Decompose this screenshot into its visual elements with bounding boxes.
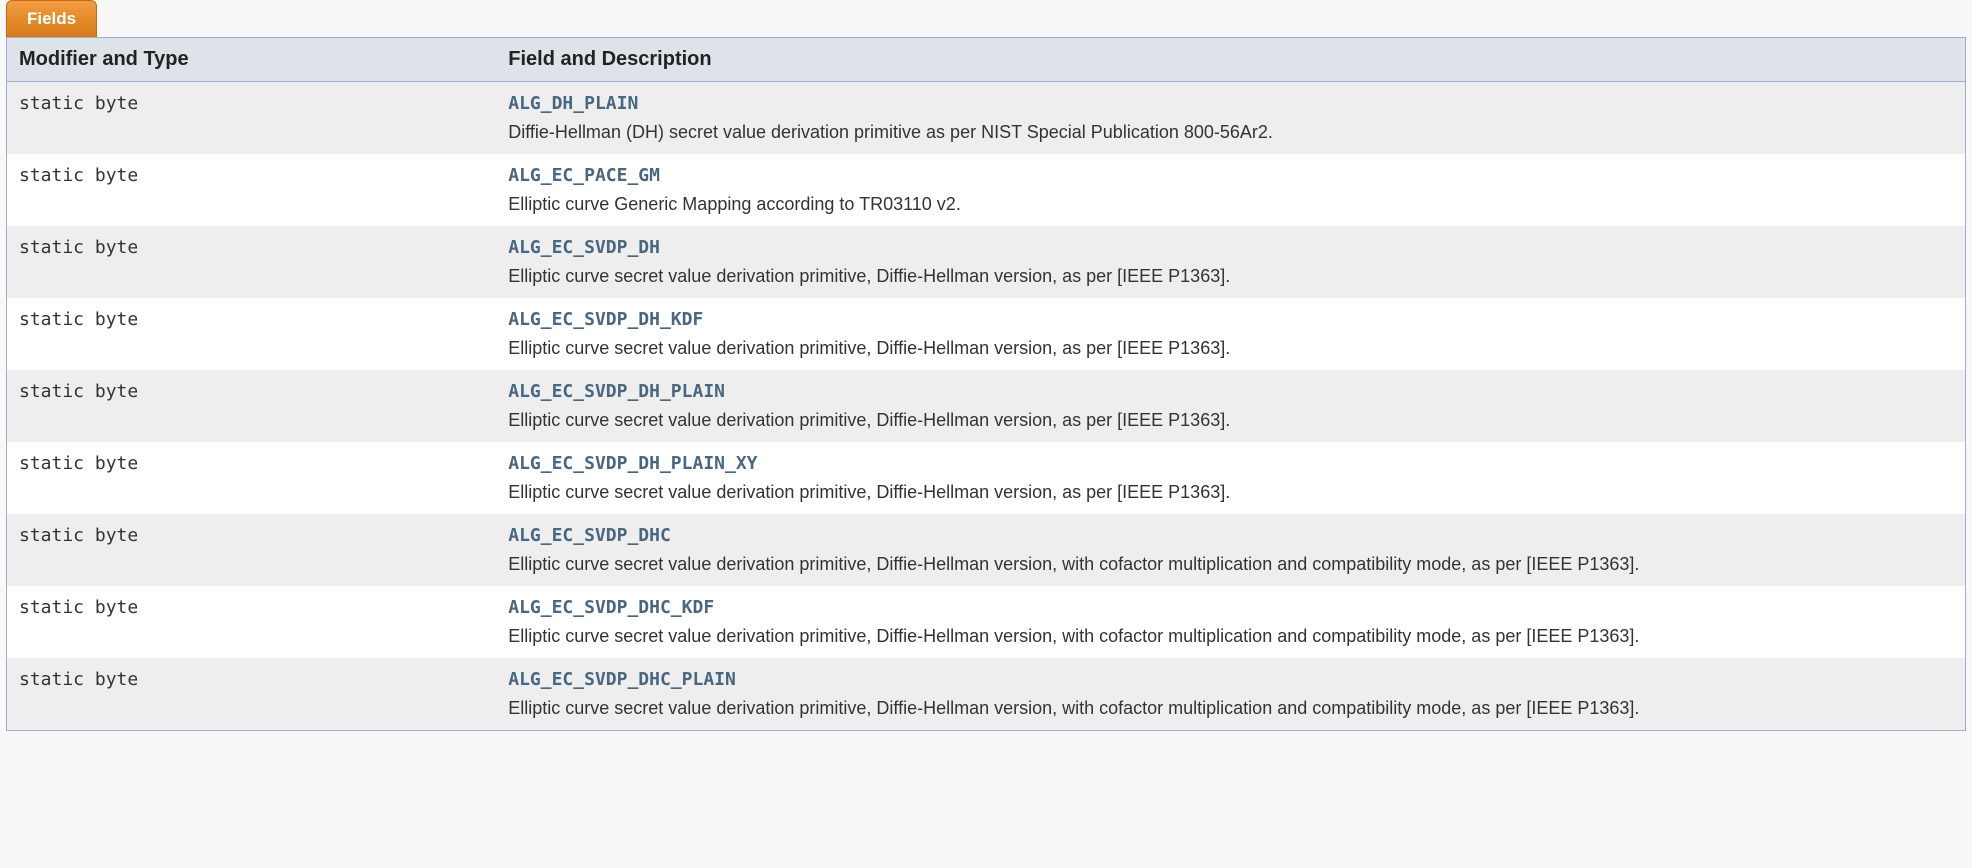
field-type: static byte: [7, 82, 497, 155]
field-description: Elliptic curve secret value derivation p…: [508, 335, 1953, 362]
field-name-link[interactable]: ALG_EC_SVDP_DH_KDF: [508, 306, 1953, 333]
field-description: Elliptic curve secret value derivation p…: [508, 623, 1953, 650]
field-name-link[interactable]: ALG_EC_SVDP_DHC_PLAIN: [508, 666, 1953, 693]
field-description: Elliptic curve Generic Mapping according…: [508, 191, 1953, 218]
field-type: static byte: [7, 586, 497, 658]
fields-tab[interactable]: Fields: [6, 0, 97, 37]
field-name-link[interactable]: ALG_EC_SVDP_DHC: [508, 522, 1953, 549]
field-type: static byte: [7, 442, 497, 514]
field-cell: ALG_EC_SVDP_DHElliptic curve secret valu…: [496, 226, 1965, 298]
field-type: static byte: [7, 154, 497, 226]
fields-table: Modifier and Type Field and Description …: [6, 37, 1966, 731]
field-type: static byte: [7, 298, 497, 370]
header-modifier: Modifier and Type: [7, 38, 497, 82]
table-row: static byteALG_EC_SVDP_DHElliptic curve …: [7, 226, 1966, 298]
field-type: static byte: [7, 658, 497, 731]
field-cell: ALG_EC_PACE_GMElliptic curve Generic Map…: [496, 154, 1965, 226]
table-row: static byteALG_EC_SVDP_DH_PLAINElliptic …: [7, 370, 1966, 442]
table-row: static byteALG_EC_SVDP_DH_PLAIN_XYEllipt…: [7, 442, 1966, 514]
table-row: static byteALG_EC_SVDP_DHC_PLAINElliptic…: [7, 658, 1966, 731]
field-name-link[interactable]: ALG_EC_SVDP_DH_PLAIN: [508, 378, 1953, 405]
header-description: Field and Description: [496, 38, 1965, 82]
field-cell: ALG_EC_SVDP_DHCElliptic curve secret val…: [496, 514, 1965, 586]
field-name-link[interactable]: ALG_EC_SVDP_DH_PLAIN_XY: [508, 450, 1953, 477]
field-cell: ALG_EC_SVDP_DHC_KDFElliptic curve secret…: [496, 586, 1965, 658]
table-row: static byteALG_DH_PLAINDiffie-Hellman (D…: [7, 82, 1966, 155]
field-cell: ALG_EC_SVDP_DHC_PLAINElliptic curve secr…: [496, 658, 1965, 731]
field-name-link[interactable]: ALG_EC_SVDP_DHC_KDF: [508, 594, 1953, 621]
field-type: static byte: [7, 514, 497, 586]
table-row: static byteALG_EC_PACE_GMElliptic curve …: [7, 154, 1966, 226]
field-name-link[interactable]: ALG_EC_SVDP_DH: [508, 234, 1953, 261]
field-description: Elliptic curve secret value derivation p…: [508, 551, 1953, 578]
field-description: Elliptic curve secret value derivation p…: [508, 263, 1953, 290]
field-description: Elliptic curve secret value derivation p…: [508, 479, 1953, 506]
field-name-link[interactable]: ALG_EC_PACE_GM: [508, 162, 1953, 189]
field-description: Diffie-Hellman (DH) secret value derivat…: [508, 119, 1953, 146]
field-description: Elliptic curve secret value derivation p…: [508, 695, 1953, 722]
field-cell: ALG_EC_SVDP_DH_PLAINElliptic curve secre…: [496, 370, 1965, 442]
field-cell: ALG_DH_PLAINDiffie-Hellman (DH) secret v…: [496, 82, 1965, 155]
table-row: static byteALG_EC_SVDP_DHCElliptic curve…: [7, 514, 1966, 586]
field-type: static byte: [7, 226, 497, 298]
field-name-link[interactable]: ALG_DH_PLAIN: [508, 90, 1953, 117]
table-row: static byteALG_EC_SVDP_DH_KDFElliptic cu…: [7, 298, 1966, 370]
field-cell: ALG_EC_SVDP_DH_PLAIN_XYElliptic curve se…: [496, 442, 1965, 514]
field-description: Elliptic curve secret value derivation p…: [508, 407, 1953, 434]
table-row: static byteALG_EC_SVDP_DHC_KDFElliptic c…: [7, 586, 1966, 658]
field-type: static byte: [7, 370, 497, 442]
field-cell: ALG_EC_SVDP_DH_KDFElliptic curve secret …: [496, 298, 1965, 370]
